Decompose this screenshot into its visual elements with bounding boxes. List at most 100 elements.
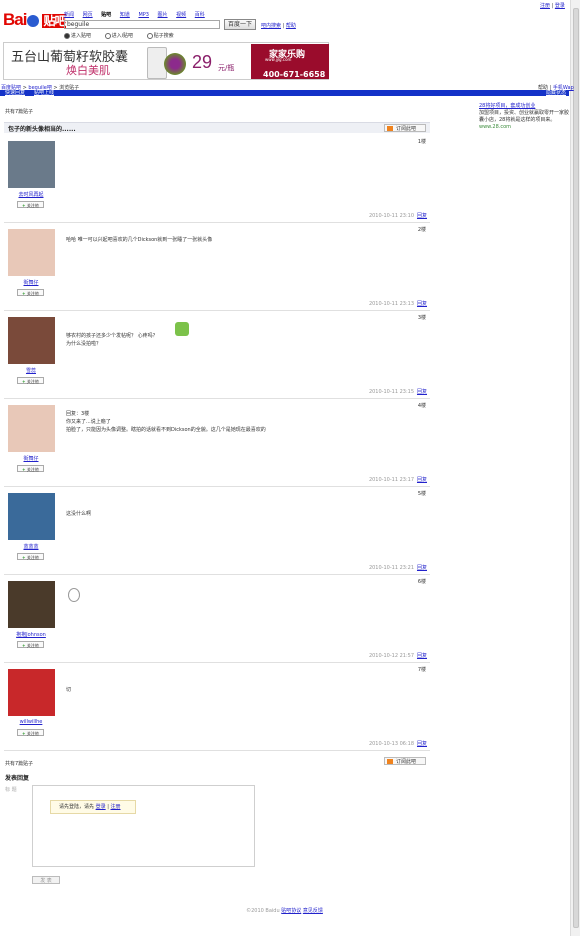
- option-enter-forum[interactable]: 进入贴吧: [64, 32, 97, 39]
- quick-reply-link[interactable]: 快速回复: [5, 90, 25, 96]
- nav-video[interactable]: 视频: [176, 12, 186, 18]
- post-username[interactable]: 街舞仔: [4, 279, 58, 286]
- login-link[interactable]: 登录: [555, 3, 565, 9]
- avatar[interactable]: [8, 405, 55, 452]
- nav-mp3[interactable]: MP3: [138, 12, 149, 18]
- nav-news[interactable]: 新闻: [64, 12, 74, 18]
- avatar[interactable]: [8, 141, 55, 188]
- reply-editor[interactable]: [32, 785, 255, 867]
- register-link[interactable]: 注册: [111, 804, 121, 810]
- post-content: 这没什么啊: [66, 510, 91, 518]
- post-count: 共有7篇贴子: [5, 109, 34, 115]
- avatar[interactable]: [8, 493, 55, 540]
- post-item: 蓝蓝蓝 + 关注他 5楼 这没什么啊 2010-10-11 23:21 回复: [4, 488, 430, 575]
- nav-baike[interactable]: 百科: [195, 12, 205, 18]
- follow-button[interactable]: + 关注他: [17, 641, 44, 648]
- radio-icon: [104, 32, 111, 39]
- post-username[interactable]: 抱抱Johnson: [4, 631, 58, 638]
- vertical-scrollbar[interactable]: [570, 0, 580, 936]
- post-line: 这没什么啊: [66, 511, 92, 517]
- top-links: 注册 | 登录: [540, 3, 565, 9]
- emoticon-icon: [175, 322, 189, 336]
- in-forum-search-link[interactable]: 吧内搜索: [261, 23, 281, 29]
- search-options: 进入贴吧 进入i贴吧 贴子搜索: [64, 32, 186, 39]
- scrollbar-thumb[interactable]: [573, 8, 579, 928]
- reply-link[interactable]: 回复: [417, 740, 427, 747]
- floor-number: 7楼: [417, 667, 426, 673]
- post-username[interactable]: 街舞仔: [4, 455, 58, 462]
- post-line: 切: [66, 687, 72, 693]
- nav-zhidao[interactable]: 知道: [120, 12, 130, 18]
- baidu-tieba-logo[interactable]: Bai 贴吧: [3, 10, 66, 30]
- option-post-search[interactable]: 贴子搜索: [146, 32, 180, 39]
- post-line: 为什么没拍啦？: [66, 341, 102, 347]
- register-link[interactable]: 注册: [540, 3, 550, 9]
- sidebar-ad-title[interactable]: 28将好项目，套成功创业: [479, 103, 569, 110]
- login-tip-text: 请先登陆，请先: [59, 804, 95, 810]
- rss-button-bottom[interactable]: 订阅此吧: [384, 757, 426, 765]
- search-input[interactable]: beguile: [64, 20, 220, 29]
- post-username[interactable]: willwillhe: [4, 719, 58, 725]
- reply-link[interactable]: 回复: [417, 564, 427, 571]
- avatar[interactable]: [8, 581, 55, 628]
- follow-button[interactable]: + 关注他: [17, 201, 44, 208]
- follow-button[interactable]: + 关注他: [17, 465, 44, 472]
- reply-link[interactable]: 回复: [417, 476, 427, 483]
- reply-section-title: 发表回复: [5, 775, 30, 782]
- rss-icon: [387, 126, 393, 131]
- footer-feedback-link[interactable]: 意见反馈: [303, 908, 323, 914]
- follow-button[interactable]: + 关注他: [17, 729, 44, 736]
- hide-status-link[interactable]: 隐藏状态: [546, 90, 566, 96]
- ad-price: 29: [192, 52, 213, 72]
- follow-button[interactable]: + 关注他: [17, 377, 44, 384]
- footer-agreement-link[interactable]: 贴吧协议: [281, 908, 301, 914]
- post-line: 回复：3楼: [66, 411, 90, 417]
- forum-online-link[interactable]: 贴吧上线: [34, 90, 54, 96]
- ad-banner[interactable]: 五台山葡萄籽软胶囊 焕白美肌 29 元/瓶 家家乐购 www.jjlg.com …: [3, 42, 329, 80]
- login-tip: 请先登陆，请先 登录 | 注册: [50, 800, 136, 814]
- post-count-bottom: 共有7篇贴子: [5, 761, 34, 767]
- post-content: 够农村的孩子还多少个发帖呢？ 心疼吗？ 为什么没拍啦？: [66, 332, 158, 348]
- thread-title-bar: 包子的新头像相当的...... 订阅此吧: [4, 122, 430, 133]
- post-item: 街舞仔 + 关注他 2楼 哈哈 唯一可以兴起吧喜欢的几个Dickson就到一张睡…: [4, 224, 430, 311]
- post-item: 雪蕊 + 关注他 3楼 够农村的孩子还多少个发帖呢？ 心疼吗？ 为什么没拍啦？ …: [4, 312, 430, 399]
- option-enter-i-forum[interactable]: 进入i贴吧: [104, 32, 139, 39]
- post-username[interactable]: 雪蕊: [4, 367, 58, 374]
- ad-brand-box: 家家乐购 www.jjlg.com 400-671-6658: [251, 44, 329, 79]
- follow-button[interactable]: + 关注他: [17, 553, 44, 560]
- login-link[interactable]: 登录: [96, 804, 106, 810]
- forum-toolbar: 快速回复 贴吧上线 隐藏状态: [0, 90, 569, 96]
- ad-subline: 焕白美肌: [66, 64, 110, 77]
- post-item: 去时风再起 + 关注他 1楼 2010-10-11 23:10 回复: [4, 136, 430, 223]
- nav-images[interactable]: 图片: [158, 12, 168, 18]
- reply-link[interactable]: 回复: [417, 300, 427, 307]
- rss-icon: [387, 759, 393, 764]
- avatar[interactable]: [8, 317, 55, 364]
- reply-link[interactable]: 回复: [417, 388, 427, 395]
- plus-icon: +: [22, 731, 26, 736]
- avatar[interactable]: [8, 669, 55, 716]
- footer: ©2010 Baidu 贴吧协议 意见反馈: [0, 907, 569, 914]
- avatar[interactable]: [8, 229, 55, 276]
- post-username[interactable]: 蓝蓝蓝: [4, 543, 58, 550]
- reply-link[interactable]: 回复: [417, 212, 427, 219]
- help-link[interactable]: 帮助: [286, 23, 296, 29]
- plus-icon: +: [22, 555, 26, 560]
- post-date: 2010-10-11 23:21: [368, 565, 414, 571]
- post-date: 2010-10-11 23:17: [368, 477, 414, 483]
- plus-icon: +: [22, 291, 26, 296]
- sidebar-ad[interactable]: 28将好项目，套成功创业 加盟项目，投资、创业就赢取零开一家胶囊小店，28将就是…: [479, 103, 569, 131]
- floor-number: 4楼: [417, 403, 426, 409]
- post-username[interactable]: 去时风再起: [4, 191, 58, 198]
- sidebar-ad-url: www.28.com: [479, 124, 512, 130]
- rss-button[interactable]: 订阅此吧: [384, 124, 426, 132]
- follow-button[interactable]: + 关注他: [17, 289, 44, 296]
- emoticon-icon: [68, 588, 80, 602]
- plus-icon: +: [22, 379, 26, 384]
- search-button[interactable]: 百度一下: [224, 19, 256, 30]
- nav-web[interactable]: 网页: [83, 12, 93, 18]
- ad-price-unit: 元/瓶: [218, 64, 235, 72]
- paw-icon: [27, 14, 40, 27]
- post-submit-button[interactable]: 发 表: [32, 876, 60, 884]
- reply-link[interactable]: 回复: [417, 652, 427, 659]
